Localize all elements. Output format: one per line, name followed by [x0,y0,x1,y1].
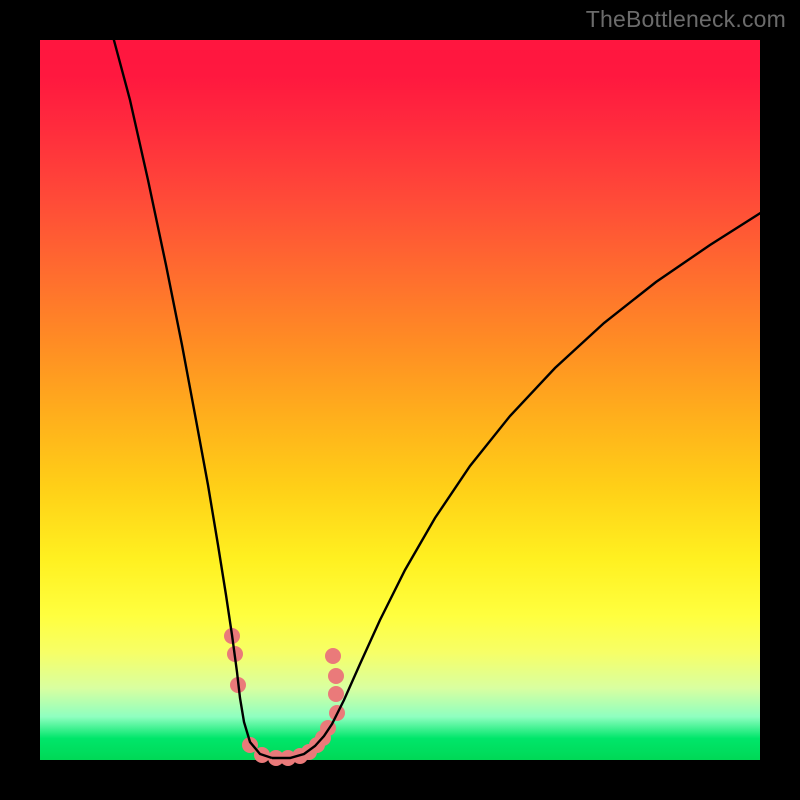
curve-right-branch [272,212,762,758]
data-point-marker [325,648,341,664]
data-point-marker [328,668,344,684]
plot-area [40,40,760,760]
curve-left-branch [108,18,272,758]
chart-svg [40,40,760,760]
chart-frame: TheBottleneck.com [0,0,800,800]
data-point-marker [328,686,344,702]
markers-group [224,628,345,766]
watermark-text: TheBottleneck.com [586,6,786,33]
